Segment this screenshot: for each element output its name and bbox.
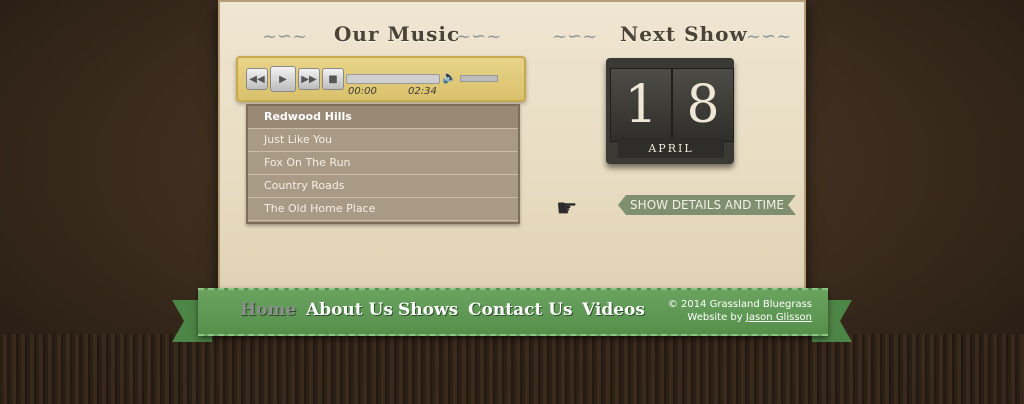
show-calendar: 1 8 APRIL	[606, 58, 734, 164]
playlist-item[interactable]: Country Roads	[248, 175, 518, 198]
progress-track[interactable]	[346, 74, 440, 84]
rewind-icon[interactable]: ◀◀	[246, 68, 268, 90]
playlist-item[interactable]: Redwood Hills	[248, 106, 518, 129]
flourish-left-icon: ~∽~	[552, 26, 598, 47]
show-heading: Next Show	[620, 22, 748, 46]
flourish-left-icon: ~∽~	[262, 26, 308, 47]
nav-shows[interactable]: Shows	[398, 300, 458, 320]
designer-link[interactable]: Jason Glisson	[746, 312, 812, 323]
credit-line: Website by Jason Glisson	[668, 311, 812, 324]
play-icon[interactable]: ▶	[270, 66, 296, 92]
flourish-right-icon: ~∽~	[746, 26, 792, 47]
duration-time: 02:34	[408, 86, 437, 97]
nav-about-us[interactable]: About Us	[306, 300, 393, 320]
calendar-month: APRIL	[618, 138, 724, 158]
current-time: 00:00	[348, 86, 377, 97]
copyright-text: © 2014 Grassland Bluegrass	[667, 299, 812, 310]
nav-home[interactable]: Home	[240, 300, 296, 320]
audio-player: ◀◀ ▶ ▶▶ ■ 🔈 00:00 02:34	[236, 56, 526, 102]
playlist-item[interactable]: Fox On The Run	[248, 152, 518, 175]
calendar-day-tens: 1	[610, 68, 672, 142]
nav-contact-us[interactable]: Contact Us	[468, 300, 573, 320]
ground-texture	[0, 334, 1024, 404]
footer-credits: © 2014 Grassland Bluegrass Website by Ja…	[668, 298, 812, 324]
nav-videos[interactable]: Videos	[582, 300, 645, 320]
flourish-right-icon: ~∽~	[456, 26, 502, 47]
stop-icon[interactable]: ■	[322, 68, 344, 90]
show-details-button[interactable]: SHOW DETAILS AND TIME	[618, 195, 796, 215]
volume-slider[interactable]	[460, 75, 498, 82]
calendar-day-ones: 8	[672, 68, 734, 142]
volume-icon[interactable]: 🔈	[442, 70, 457, 84]
playlist-item[interactable]: The Old Home Place	[248, 198, 518, 221]
music-heading: Our Music	[334, 22, 461, 46]
credit-prefix: Website by	[687, 312, 743, 323]
nav-ribbon: Home About Us Shows Contact Us Videos © …	[198, 288, 828, 336]
fast-forward-icon[interactable]: ▶▶	[298, 68, 320, 90]
playlist: Redwood Hills Just Like You Fox On The R…	[246, 104, 520, 224]
pointing-hand-icon: ☛	[556, 194, 578, 222]
playlist-item[interactable]: Just Like You	[248, 129, 518, 152]
